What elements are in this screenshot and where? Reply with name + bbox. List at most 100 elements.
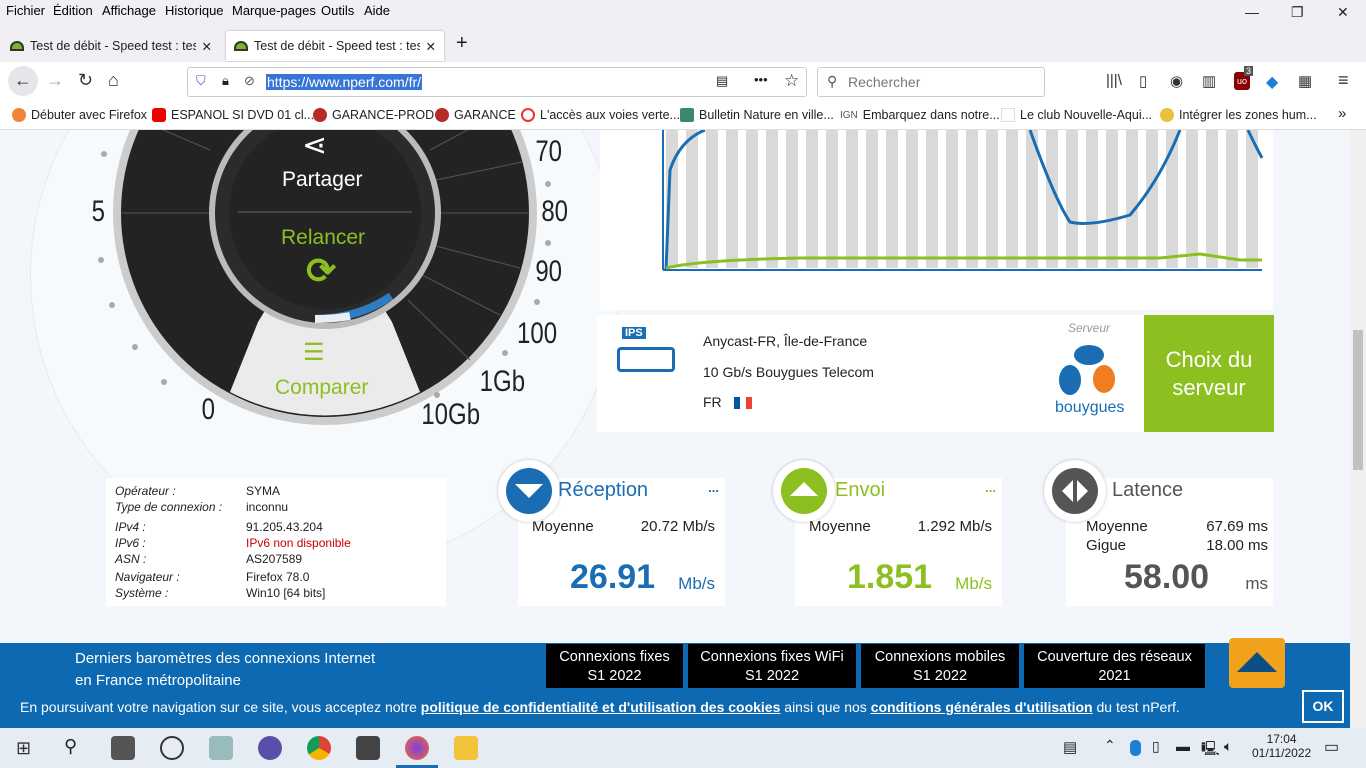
barometer-fixed-button[interactable]: Connexions fixes S1 2022 — [546, 644, 683, 688]
chart-grid-bar — [886, 130, 898, 268]
back-button[interactable]: ← — [8, 66, 38, 96]
bookmark-item[interactable]: Intégrer les zones hum... — [1160, 108, 1317, 122]
page-actions-icon[interactable]: ••• — [754, 72, 768, 87]
minimize-button[interactable]: — — [1245, 4, 1259, 20]
tab-2-active[interactable]: Test de débit - Speed test : teste ✕ — [226, 31, 444, 61]
shield-icon[interactable]: ⛉ — [196, 73, 206, 89]
garance-icon — [313, 108, 327, 122]
share-icon[interactable]: ⋖ — [302, 130, 327, 163]
library-icon[interactable]: |||\ — [1106, 72, 1122, 89]
monitor-app-icon[interactable] — [209, 736, 233, 760]
usb-icon[interactable]: ▯ — [1152, 738, 1160, 755]
menu-fichier[interactable]: Fichier — [6, 3, 45, 18]
search-taskbar-icon[interactable]: ⚲ — [64, 736, 77, 757]
menu-affichage[interactable]: Affichage — [102, 3, 156, 18]
volume-icon[interactable]: 🔈︎ — [1224, 738, 1232, 755]
calculator-icon[interactable] — [356, 736, 380, 760]
reload-button[interactable]: ↻ — [78, 70, 93, 91]
info-value: Win10 [64 bits] — [246, 586, 326, 600]
menu-icon[interactable]: ≡ — [1338, 70, 1349, 91]
bookmark-item[interactable]: Bulletin Nature en ville... — [680, 108, 834, 122]
scrollbar[interactable] — [1350, 130, 1366, 728]
hexagon-icon — [521, 108, 535, 122]
gauge-label-0: 0 — [201, 393, 216, 426]
garance-icon — [435, 108, 449, 122]
restart-button[interactable]: Relancer — [281, 226, 365, 250]
menu-historique[interactable]: Historique — [165, 3, 224, 18]
barometer-coverage-button[interactable]: Couverture des réseaux 2021 — [1024, 644, 1205, 688]
menu-marque-pages[interactable]: Marque-pages — [232, 3, 316, 18]
search-input[interactable]: ⚲ Rechercher — [817, 67, 1045, 97]
ublock-badge: 3 — [1244, 66, 1254, 76]
network-icon[interactable]: 🖳︎ — [1201, 738, 1220, 762]
bookmark-item[interactable]: IGN Embarquez dans notre... — [840, 108, 1000, 122]
chrome-icon[interactable] — [307, 736, 331, 760]
share-button[interactable]: Partager — [282, 168, 363, 192]
photos-icon[interactable] — [160, 736, 184, 760]
clock[interactable]: 17:04 01/11/2022 — [1252, 732, 1311, 760]
average-value: 67.69 ms — [1206, 518, 1268, 535]
speed-chart — [600, 128, 1273, 310]
network-app-icon[interactable] — [111, 736, 135, 760]
new-tab-button[interactable]: + — [456, 32, 468, 55]
reader-icon[interactable]: ▥ — [1202, 72, 1216, 90]
battery-icon[interactable]: ▬ — [1176, 738, 1190, 754]
barometer-wifi-button[interactable]: Connexions fixes WiFi S1 2022 — [688, 644, 856, 688]
info-label: Opérateur : — [115, 484, 176, 498]
compare-icon[interactable]: ☰ — [303, 338, 325, 367]
chart-grid-bar — [986, 130, 998, 268]
tracking-icon[interactable]: ⊘ — [244, 73, 255, 89]
close-window-button[interactable]: ✕ — [1337, 4, 1349, 21]
extension-icon[interactable]: ◆ — [1266, 72, 1278, 92]
bookmark-item[interactable]: ESPANOL SI DVD 01 cl... — [152, 108, 314, 122]
bookmark-item[interactable]: Débuter avec Firefox — [12, 108, 147, 122]
terms-link[interactable]: conditions générales d'utilisation — [871, 699, 1093, 715]
clock-date: 01/11/2022 — [1252, 746, 1312, 760]
file-explorer-icon[interactable] — [454, 736, 478, 760]
close-tab-icon[interactable]: ✕ — [426, 39, 436, 54]
home-icon[interactable]: ⌂ — [108, 70, 119, 91]
app-icon[interactable] — [258, 736, 282, 760]
info-value: SYMA — [246, 484, 281, 498]
menu-outils[interactable]: Outils — [321, 3, 354, 18]
menu-edition[interactable]: Édition — [53, 3, 93, 18]
reception-title: Réception — [558, 479, 649, 501]
more-button[interactable]: ... — [985, 480, 996, 495]
account-icon[interactable]: ◉ — [1170, 72, 1183, 90]
show-hidden-icons[interactable]: ⌃ — [1104, 737, 1116, 754]
windows-start-icon[interactable]: ⊞ — [16, 738, 31, 759]
url-bar[interactable]: ⛉ 🔒︎ ⊘ https://www.nperf.com/fr/ ▤ ••• ☆ — [187, 67, 807, 97]
close-tab-icon[interactable]: ✕ — [202, 39, 212, 54]
url-text[interactable]: https://www.nperf.com/fr/ — [266, 74, 423, 90]
reader-view-icon[interactable]: ▤ — [716, 73, 728, 89]
tab-1[interactable]: Test de débit - Speed test : teste ✕ — [2, 31, 220, 61]
cookie-ok-button[interactable]: OK — [1302, 690, 1344, 723]
maximize-button[interactable]: ❐ — [1291, 4, 1304, 21]
more-bookmarks-icon[interactable]: » — [1338, 105, 1346, 122]
bluetooth-icon[interactable] — [1130, 740, 1141, 756]
server-country: FR — [703, 394, 722, 410]
more-button[interactable]: ... — [708, 480, 719, 495]
bookmark-star-icon[interactable]: ☆ — [784, 71, 799, 91]
bookmark-item[interactable]: Le club Nouvelle-Aqui... — [1001, 108, 1152, 122]
bookmark-item[interactable]: GARANCE — [435, 108, 516, 122]
bookmark-item[interactable]: L'accès aux voies verte... — [521, 108, 680, 122]
scroll-top-button[interactable] — [1229, 638, 1285, 688]
refresh-icon[interactable]: ⟳ — [306, 250, 336, 292]
sidebar-icon[interactable]: ▯ — [1139, 72, 1147, 90]
privacy-policy-link[interactable]: politique de confidentialité et d'utilis… — [421, 699, 781, 715]
firefox-taskbar-icon[interactable] — [405, 736, 429, 760]
menu-aide[interactable]: Aide — [364, 3, 390, 18]
forward-button[interactable]: → — [46, 70, 64, 91]
choose-server-button[interactable]: Choix du serveur — [1144, 315, 1274, 432]
news-icon[interactable]: ▤ — [1063, 738, 1077, 756]
compare-button[interactable]: Comparer — [275, 376, 368, 400]
bookmark-item[interactable]: GARANCE-PROD — [313, 108, 434, 122]
notifications-icon[interactable]: ▭ — [1324, 737, 1339, 757]
gauge-label-80: 80 — [541, 195, 569, 228]
tab-title: Test de débit - Speed test : teste — [254, 39, 420, 53]
chart-grid-bar — [1186, 130, 1198, 268]
chart-grid-bar — [786, 130, 798, 268]
qr-icon[interactable]: ▦ — [1298, 72, 1312, 90]
barometer-mobile-button[interactable]: Connexions mobiles S1 2022 — [861, 644, 1019, 688]
